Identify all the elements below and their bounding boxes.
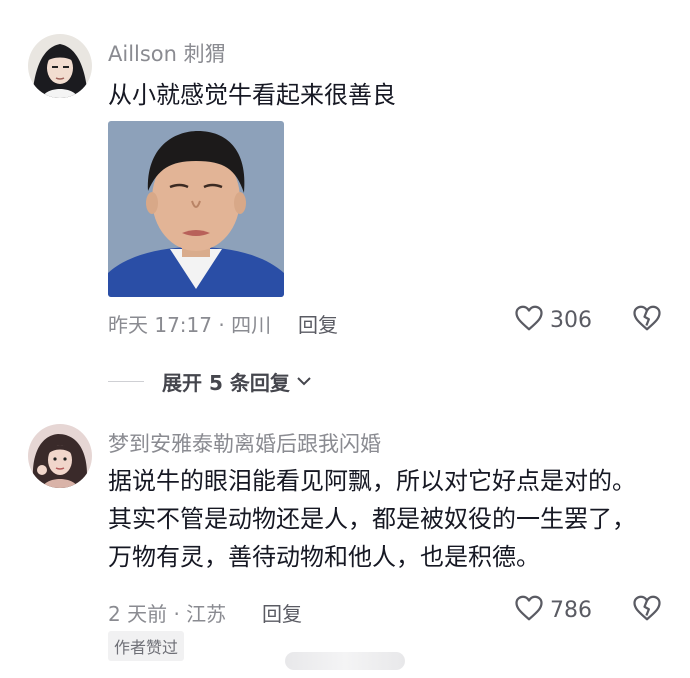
comment-time-location: 昨天 17:17 · 四川 (108, 313, 272, 337)
chevron-down-icon (296, 372, 312, 391)
comment-photo[interactable] (108, 121, 284, 297)
like-count: 306 (550, 307, 592, 333)
dislike-button[interactable] (632, 594, 662, 626)
expand-replies-label: 展开 5 条回复 (162, 371, 290, 395)
like-button[interactable]: 306 (514, 304, 592, 336)
heart-icon (514, 594, 544, 626)
broken-heart-icon (632, 305, 662, 336)
like-button[interactable]: 786 (514, 594, 592, 626)
divider-line (108, 381, 144, 382)
like-count: 786 (550, 597, 592, 623)
comment-text: 从小就感觉牛看起来很善良 (108, 81, 396, 109)
expand-replies-button[interactable]: 展开 5 条回复 (108, 367, 312, 396)
author-liked-badge: 作者赞过 (108, 631, 185, 661)
comment-username[interactable]: Aillson 刺猬 (108, 38, 226, 68)
heart-icon (514, 304, 544, 336)
broken-heart-icon (632, 595, 662, 626)
reply-button[interactable]: 回复 (298, 309, 338, 338)
comment-time-location: 2 天前 · 江苏 (108, 602, 227, 626)
watermark (285, 652, 405, 670)
comment-username[interactable]: 梦到安雅泰勒离婚后跟我闪婚 (108, 428, 381, 458)
avatar[interactable] (28, 34, 92, 98)
avatar[interactable] (28, 424, 92, 488)
comment-text: 据说牛的眼泪能看见阿飘，所以对它好点是对的。其实不管是动物还是人，都是被奴役的一… (108, 467, 636, 571)
dislike-button[interactable] (632, 304, 662, 336)
reply-button[interactable]: 回复 (262, 598, 302, 627)
